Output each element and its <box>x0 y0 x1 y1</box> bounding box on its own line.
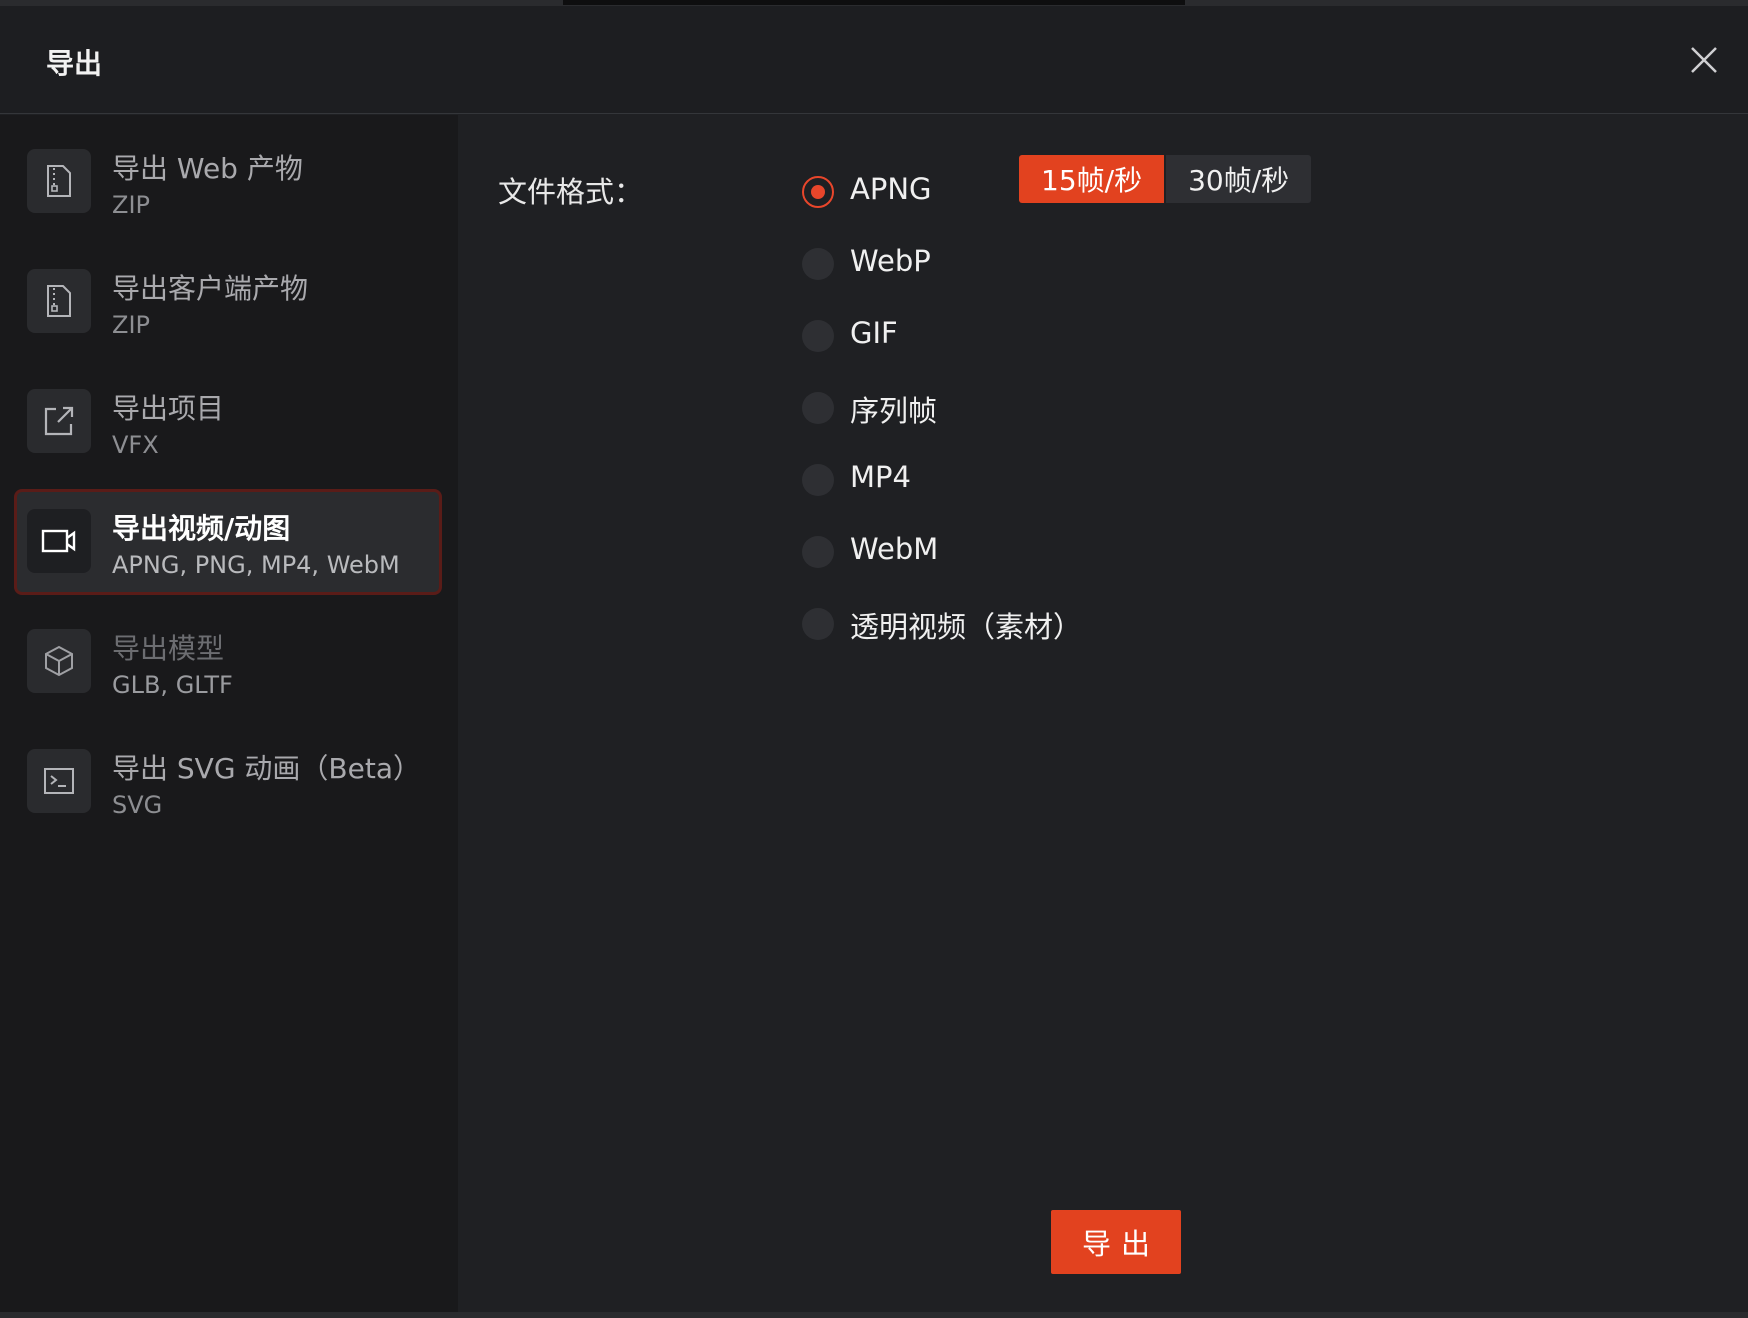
bottom-strip <box>0 1312 1748 1318</box>
radio-button[interactable] <box>802 248 834 280</box>
export-dialog: 导出 导出 Web 产物 ZIP 导出客户端产物 ZIP 导出项目 VFX 导出… <box>0 6 1748 1318</box>
close-button[interactable] <box>1684 40 1724 80</box>
dialog-title: 导出 <box>46 47 103 80</box>
external-link-icon <box>27 389 91 453</box>
sidebar-item-title: 导出视频/动图 <box>112 512 291 545</box>
file-format-label: 文件格式： <box>498 175 644 209</box>
top-strip-accent <box>563 0 1185 5</box>
sidebar-item-video[interactable]: 导出视频/动图 APNG, PNG, MP4, WebM <box>14 489 442 595</box>
sidebar-item-subtitle: APNG, PNG, MP4, WebM <box>112 551 400 579</box>
radio-button[interactable] <box>802 176 834 208</box>
sidebar-item-title: 导出 SVG 动画（Beta） <box>112 752 421 785</box>
sidebar-item-title: 导出模型 <box>112 632 225 665</box>
export-button[interactable]: 导出 <box>1051 1210 1181 1274</box>
sidebar-item-subtitle: ZIP <box>112 311 150 339</box>
sidebar-item-client[interactable]: 导出客户端产物 ZIP <box>14 249 442 355</box>
cube-icon <box>27 629 91 693</box>
sidebar-item-subtitle: SVG <box>112 791 163 819</box>
radio-button[interactable] <box>802 464 834 496</box>
sidebar-item-subtitle: GLB, GLTF <box>112 671 233 699</box>
sidebar-item-subtitle: VFX <box>112 431 159 459</box>
format-label: 序列帧 <box>850 394 938 428</box>
sidebar-item-model[interactable]: 导出模型 GLB, GLTF <box>14 609 442 715</box>
radio-button[interactable] <box>802 392 834 424</box>
radio-button[interactable] <box>802 320 834 352</box>
sidebar-item-title: 导出客户端产物 <box>112 272 309 305</box>
zip-file-icon <box>27 149 91 213</box>
terminal-icon <box>27 749 91 813</box>
export-settings-panel: 文件格式： APNG WebP GIF 序列帧 MP4 WebM 透明视频（素材… <box>458 115 1748 1318</box>
format-label: 透明视频（素材） <box>850 610 1083 644</box>
radio-button[interactable] <box>802 608 834 640</box>
fps-segmented-control: 15帧/秒 30帧/秒 <box>1019 155 1312 203</box>
zip-file-icon <box>27 269 91 333</box>
format-label: APNG <box>850 172 932 206</box>
fps-option-15[interactable]: 15帧/秒 <box>1019 155 1165 203</box>
sidebar-item-svg[interactable]: 导出 SVG 动画（Beta） SVG <box>14 729 442 835</box>
radio-button[interactable] <box>802 536 834 568</box>
format-label: WebP <box>850 244 931 278</box>
sidebar-item-project[interactable]: 导出项目 VFX <box>14 369 442 475</box>
video-camera-icon <box>27 509 91 573</box>
sidebar-item-title: 导出 Web 产物 <box>112 152 303 185</box>
dialog-header: 导出 <box>0 6 1748 114</box>
format-label: WebM <box>850 532 939 566</box>
sidebar-item-web[interactable]: 导出 Web 产物 ZIP <box>14 129 442 235</box>
format-label: MP4 <box>850 460 911 494</box>
sidebar-item-title: 导出项目 <box>112 392 225 425</box>
export-type-sidebar: 导出 Web 产物 ZIP 导出客户端产物 ZIP 导出项目 VFX 导出视频/… <box>0 115 458 1318</box>
fps-option-30[interactable]: 30帧/秒 <box>1164 155 1312 203</box>
format-label: GIF <box>850 316 898 350</box>
close-icon <box>1691 47 1717 73</box>
sidebar-item-subtitle: ZIP <box>112 191 150 219</box>
